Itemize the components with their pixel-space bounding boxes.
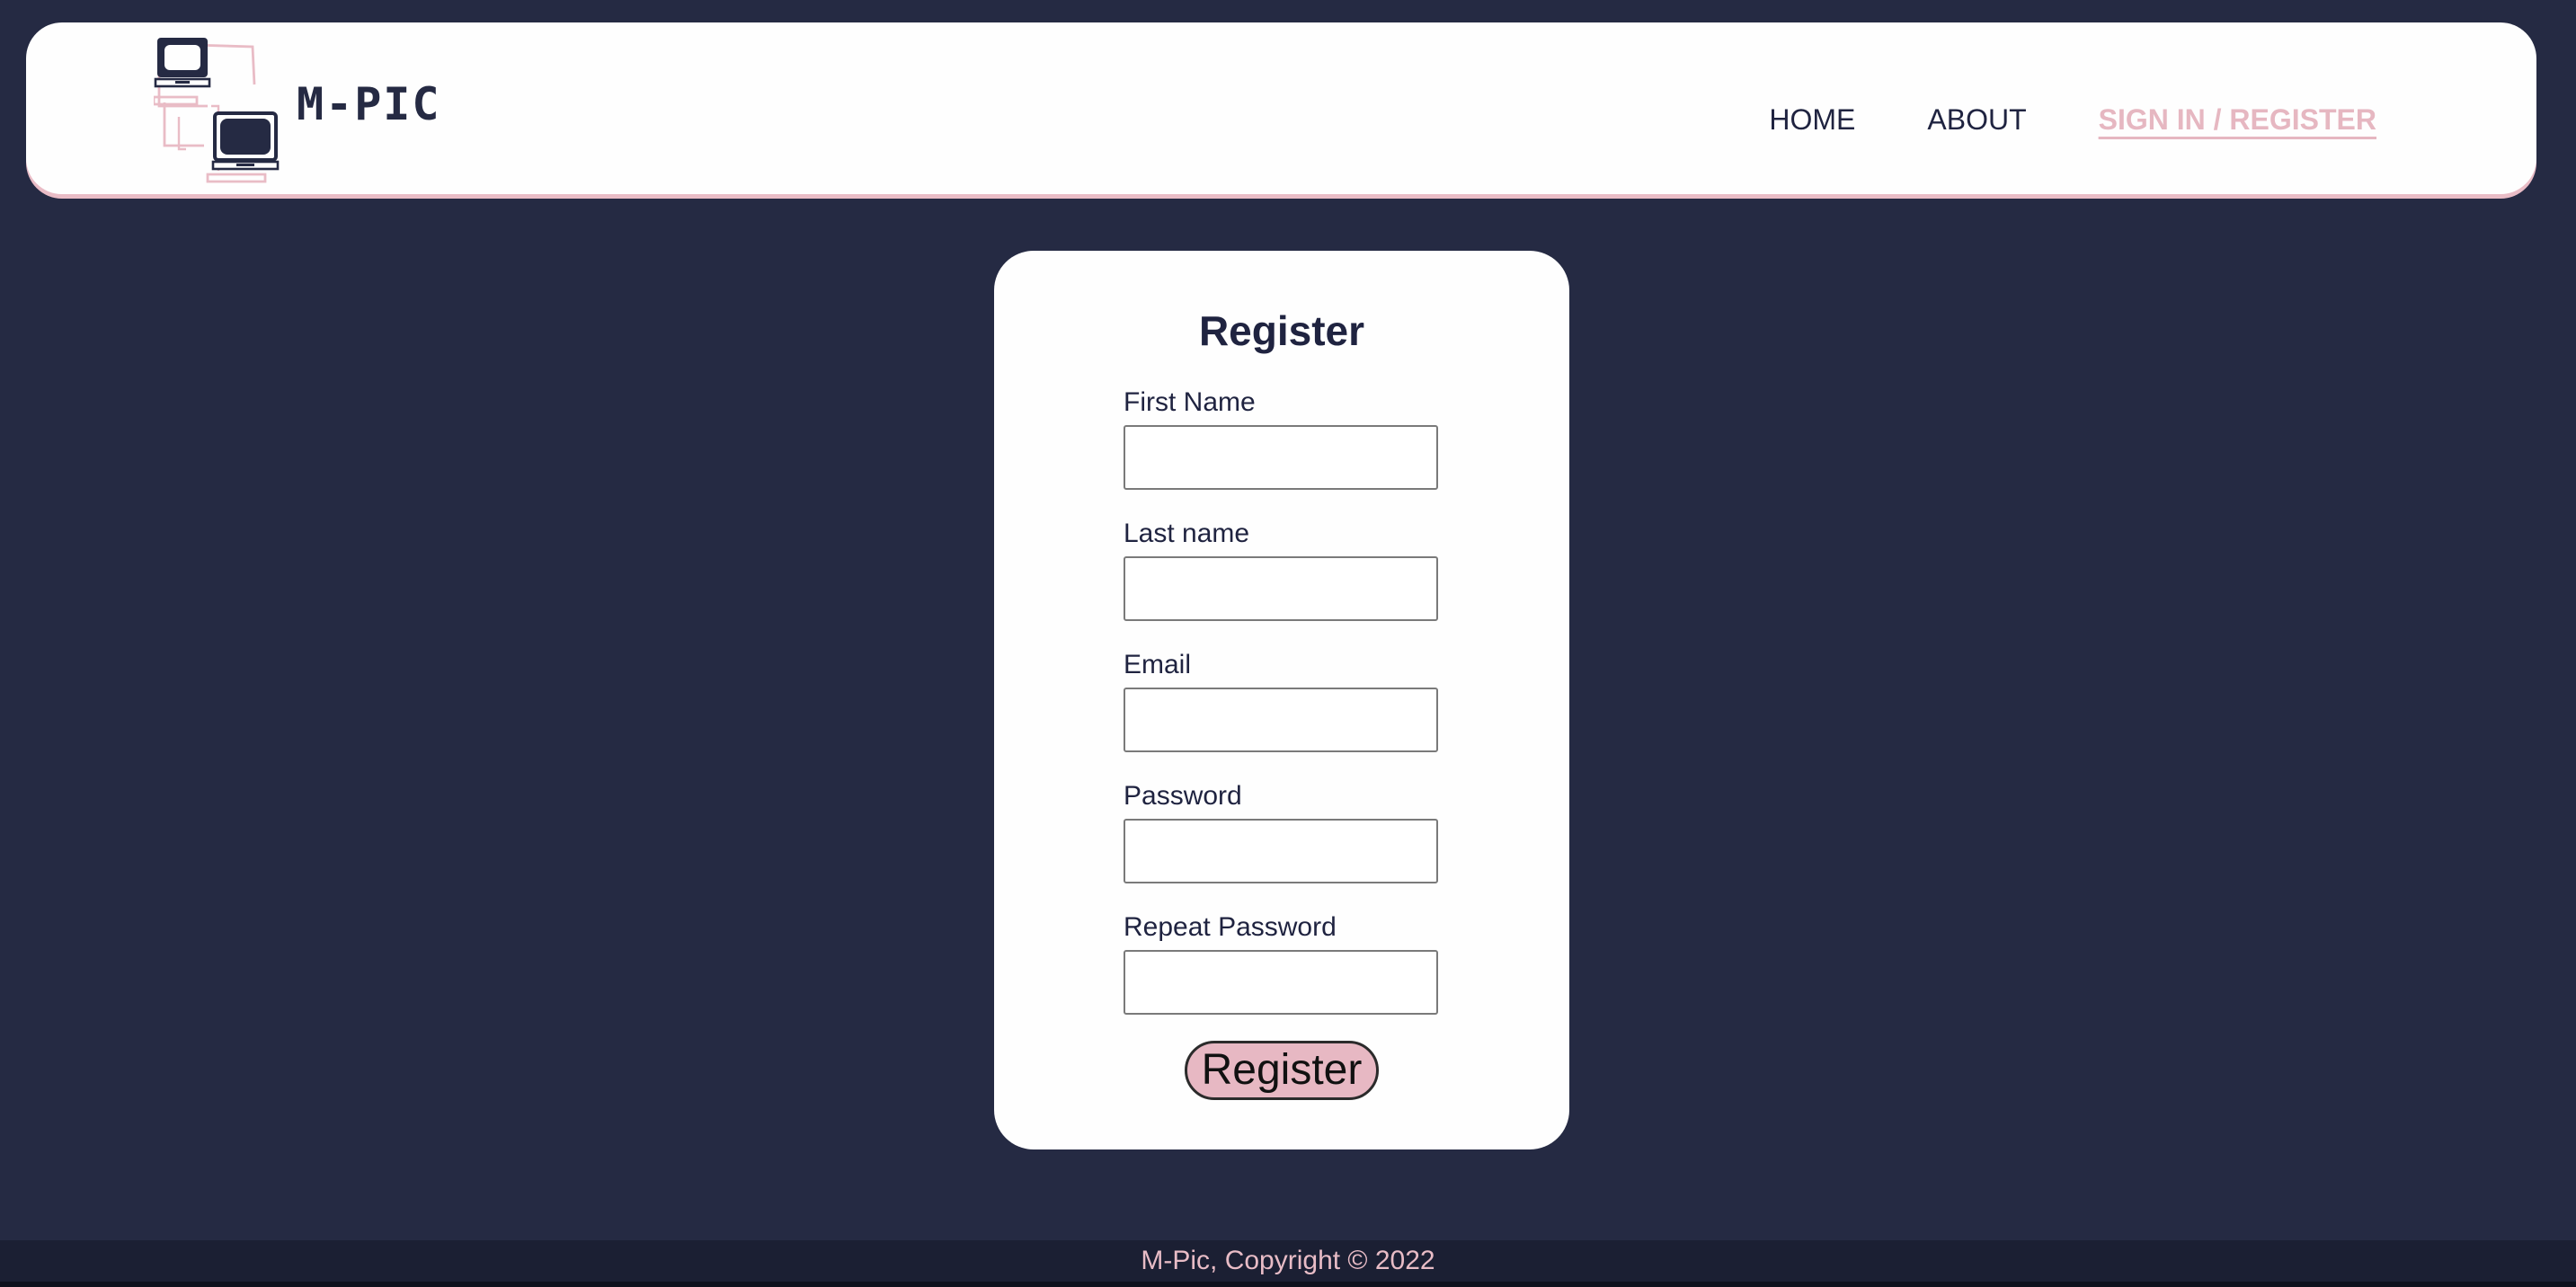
register-card: Register First Name Last name Email Pass… xyxy=(994,251,1569,1149)
site-header: M-PIC HOME ABOUT SIGN IN / REGISTER xyxy=(26,22,2536,194)
first-name-label: First Name xyxy=(1124,387,1256,417)
last-name-label: Last name xyxy=(1124,519,1250,548)
register-button[interactable]: Register xyxy=(1185,1041,1379,1100)
first-name-input[interactable] xyxy=(1124,425,1438,490)
nav-home-link[interactable]: HOME xyxy=(1769,81,1855,137)
brand-name[interactable]: M-PIC xyxy=(297,78,441,130)
repeat-password-label: Repeat Password xyxy=(1124,912,1337,942)
repeat-password-input[interactable] xyxy=(1124,950,1438,1015)
nav-about-link[interactable]: ABOUT xyxy=(1927,81,2026,137)
bottom-edge-divider xyxy=(0,1282,2576,1287)
email-input[interactable] xyxy=(1124,688,1438,752)
register-title: Register xyxy=(1198,307,1365,354)
password-input[interactable] xyxy=(1124,819,1438,883)
main-nav: HOME ABOUT SIGN IN / REGISTER xyxy=(1769,22,2376,194)
email-label: Email xyxy=(1124,650,1192,679)
copyright-text: M-Pic, Copyright © 2022 xyxy=(1141,1246,1435,1275)
password-label: Password xyxy=(1124,781,1242,811)
nav-sign-in-register-link[interactable]: SIGN IN / REGISTER xyxy=(2099,81,2376,137)
site-footer: M-Pic, Copyright © 2022 xyxy=(0,1240,2576,1282)
last-name-input[interactable] xyxy=(1124,556,1438,621)
